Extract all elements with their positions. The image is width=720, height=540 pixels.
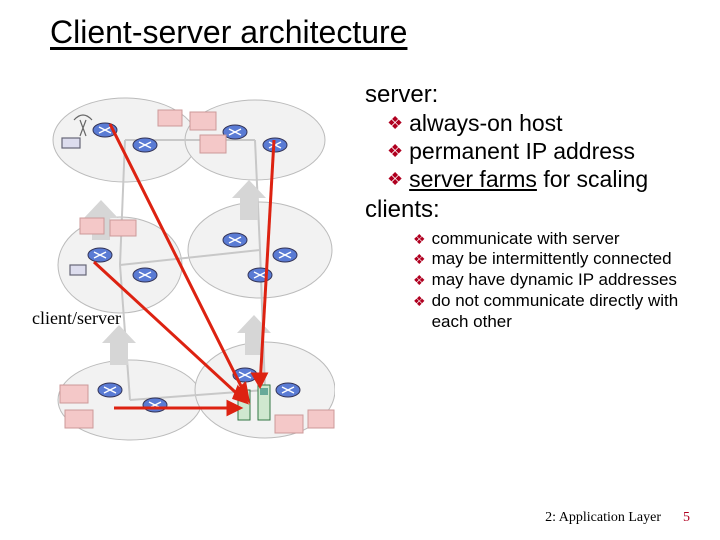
footer-page-number: 5	[683, 510, 690, 526]
clients-bullet-1: may be intermittently connected	[432, 249, 672, 270]
footer-chapter: 2: Application Layer	[545, 510, 661, 526]
bullet-icon: ❖	[387, 109, 403, 137]
clients-heading: clients:	[365, 195, 705, 224]
server-bullet-2: server farms for scaling	[409, 165, 648, 193]
server-bullet-0: always-on host	[409, 109, 562, 137]
bullet-icon: ❖	[387, 165, 403, 193]
diagram-caption: client/server	[32, 308, 121, 329]
clients-bullet-2: may have dynamic IP addresses	[432, 270, 677, 291]
content-body: server: ❖always-on host ❖permanent IP ad…	[365, 78, 705, 332]
slide-footer: 2: Application Layer 5	[545, 510, 690, 526]
bullet-icon: ❖	[413, 249, 426, 269]
server-bullets: ❖always-on host ❖permanent IP address ❖s…	[387, 109, 705, 193]
clients-bullets: ❖ communicate with server ❖ may be intermi…	[413, 229, 705, 333]
bullet-icon: ❖	[413, 229, 426, 249]
bullet-icon: ❖	[413, 270, 426, 290]
server-bullet-1: permanent IP address	[409, 137, 635, 165]
slide-title: Client-server architecture	[50, 14, 407, 51]
network-diagram	[50, 90, 335, 445]
clients-bullet-0: communicate with server	[432, 229, 620, 250]
bullet-icon: ❖	[387, 137, 403, 165]
bullet-icon: ❖	[413, 291, 426, 311]
server-heading: server:	[365, 80, 705, 109]
clients-bullet-3: do not communicate directly with each ot…	[432, 291, 705, 332]
